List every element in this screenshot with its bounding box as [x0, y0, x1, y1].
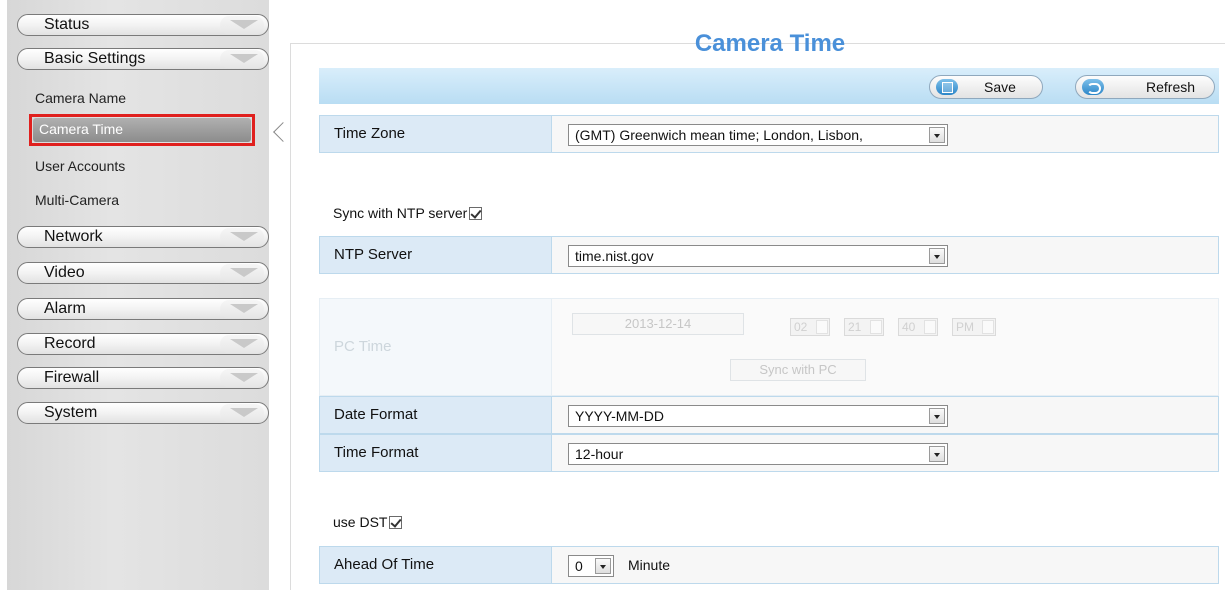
menu-basic-settings-label: Basic Settings: [44, 50, 146, 67]
refresh-button[interactable]: Refresh: [1075, 75, 1215, 99]
pc-second-select[interactable]: 40: [898, 318, 938, 336]
time-format-row: Time Format 12-hour: [319, 434, 1219, 472]
sidebar: Status Basic Settings Camera Name Camera…: [7, 0, 269, 590]
refresh-button-label: Refresh: [1146, 79, 1196, 95]
time-format-value: 12-hour: [575, 446, 624, 462]
save-button[interactable]: Save: [929, 75, 1043, 99]
date-format-value: YYYY-MM-DD: [575, 408, 664, 424]
menu-system-label: System: [44, 404, 98, 421]
pc-second-value: 40: [902, 320, 916, 334]
menu-basic-settings[interactable]: Basic Settings: [17, 48, 269, 70]
menu-alarm[interactable]: Alarm: [17, 298, 269, 320]
time-zone-select[interactable]: (GMT) Greenwich mean time; London, Lisbo…: [568, 124, 948, 146]
menu-firewall[interactable]: Firewall: [17, 367, 269, 389]
time-format-label: Time Format: [320, 435, 552, 471]
ahead-of-time-label: Ahead Of Time: [320, 547, 552, 583]
dropdown-arrow-icon: [929, 127, 945, 143]
submenu-camera-time-label: Camera Time: [33, 118, 251, 142]
sync-ntp-checkbox[interactable]: [469, 207, 483, 220]
menu-record[interactable]: Record: [17, 333, 269, 355]
dropdown-arrow-icon: [982, 320, 994, 334]
date-format-select[interactable]: YYYY-MM-DD: [568, 405, 948, 427]
chevron-down-icon: [230, 408, 258, 417]
menu-video-label: Video: [44, 264, 85, 281]
time-zone-row: Time Zone (GMT) Greenwich mean time; Lon…: [319, 115, 1219, 153]
save-icon: [936, 79, 958, 95]
sync-with-pc-button[interactable]: Sync with PC: [730, 359, 866, 381]
dropdown-arrow-icon: [595, 558, 611, 574]
pc-hour-value: 02: [794, 320, 808, 334]
refresh-icon: [1082, 79, 1104, 95]
submenu-camera-name[interactable]: Camera Name: [31, 85, 251, 111]
dropdown-arrow-icon: [816, 320, 828, 334]
menu-system[interactable]: System: [17, 402, 269, 424]
dropdown-arrow-icon: [870, 320, 882, 334]
menu-firewall-label: Firewall: [44, 369, 100, 386]
pc-time-label: PC Time: [320, 299, 552, 395]
dropdown-arrow-icon: [929, 446, 945, 462]
menu-record-label: Record: [44, 335, 96, 352]
time-format-select[interactable]: 12-hour: [568, 443, 948, 465]
menu-network[interactable]: Network: [17, 226, 269, 248]
pc-hour-select[interactable]: 02: [790, 318, 830, 336]
pc-ampm-select[interactable]: PM: [952, 318, 996, 336]
chevron-down-icon: [230, 20, 258, 29]
submenu-user-accounts[interactable]: User Accounts: [31, 153, 251, 179]
chevron-down-icon: [230, 54, 258, 63]
ntp-server-row: NTP Server time.nist.gov: [319, 236, 1219, 274]
menu-alarm-label: Alarm: [44, 300, 86, 317]
ntp-server-value: time.nist.gov: [575, 248, 654, 264]
time-zone-label: Time Zone: [320, 116, 552, 152]
page-title: Camera Time: [694, 30, 846, 57]
submenu-multi-camera[interactable]: Multi-Camera: [31, 187, 251, 213]
pc-ampm-value: PM: [956, 320, 974, 334]
dropdown-arrow-icon: [929, 408, 945, 424]
use-dst-group: use DST: [333, 514, 403, 530]
date-format-row: Date Format YYYY-MM-DD: [319, 396, 1219, 434]
chevron-down-icon: [230, 373, 258, 382]
pc-time-row: PC Time 2013-12-14 02 21 40 PM Sync with…: [319, 298, 1219, 396]
use-dst-checkbox[interactable]: [389, 516, 403, 529]
menu-network-label: Network: [44, 228, 103, 245]
chevron-down-icon: [230, 268, 258, 277]
pc-minute-select[interactable]: 21: [844, 318, 884, 336]
menu-status[interactable]: Status: [17, 14, 269, 36]
ntp-server-label: NTP Server: [320, 237, 552, 273]
menu-status-label: Status: [44, 16, 90, 33]
use-dst-label: use DST: [333, 514, 388, 530]
ahead-of-time-select[interactable]: 0: [568, 555, 614, 577]
submenu-camera-time[interactable]: Camera Time: [29, 114, 255, 146]
sync-ntp-label: Sync with NTP server: [333, 205, 468, 221]
chevron-down-icon: [230, 232, 258, 241]
ahead-of-time-value: 0: [575, 558, 583, 574]
sync-ntp-group: Sync with NTP server: [333, 205, 483, 221]
dropdown-arrow-icon: [924, 320, 936, 334]
pc-minute-value: 21: [848, 320, 862, 334]
date-format-label: Date Format: [320, 397, 552, 433]
pc-date-field[interactable]: 2013-12-14: [572, 313, 744, 335]
menu-video[interactable]: Video: [17, 262, 269, 284]
time-zone-value: (GMT) Greenwich mean time; London, Lisbo…: [575, 127, 863, 143]
ahead-of-time-row: Ahead Of Time 0 Minute: [319, 546, 1219, 584]
dropdown-arrow-icon: [929, 248, 945, 264]
toolbar: Save Refresh: [319, 68, 1219, 104]
ntp-server-select[interactable]: time.nist.gov: [568, 245, 948, 267]
chevron-down-icon: [230, 339, 258, 348]
chevron-down-icon: [230, 304, 258, 313]
save-button-label: Save: [984, 79, 1016, 95]
ahead-of-time-unit: Minute: [628, 557, 671, 573]
